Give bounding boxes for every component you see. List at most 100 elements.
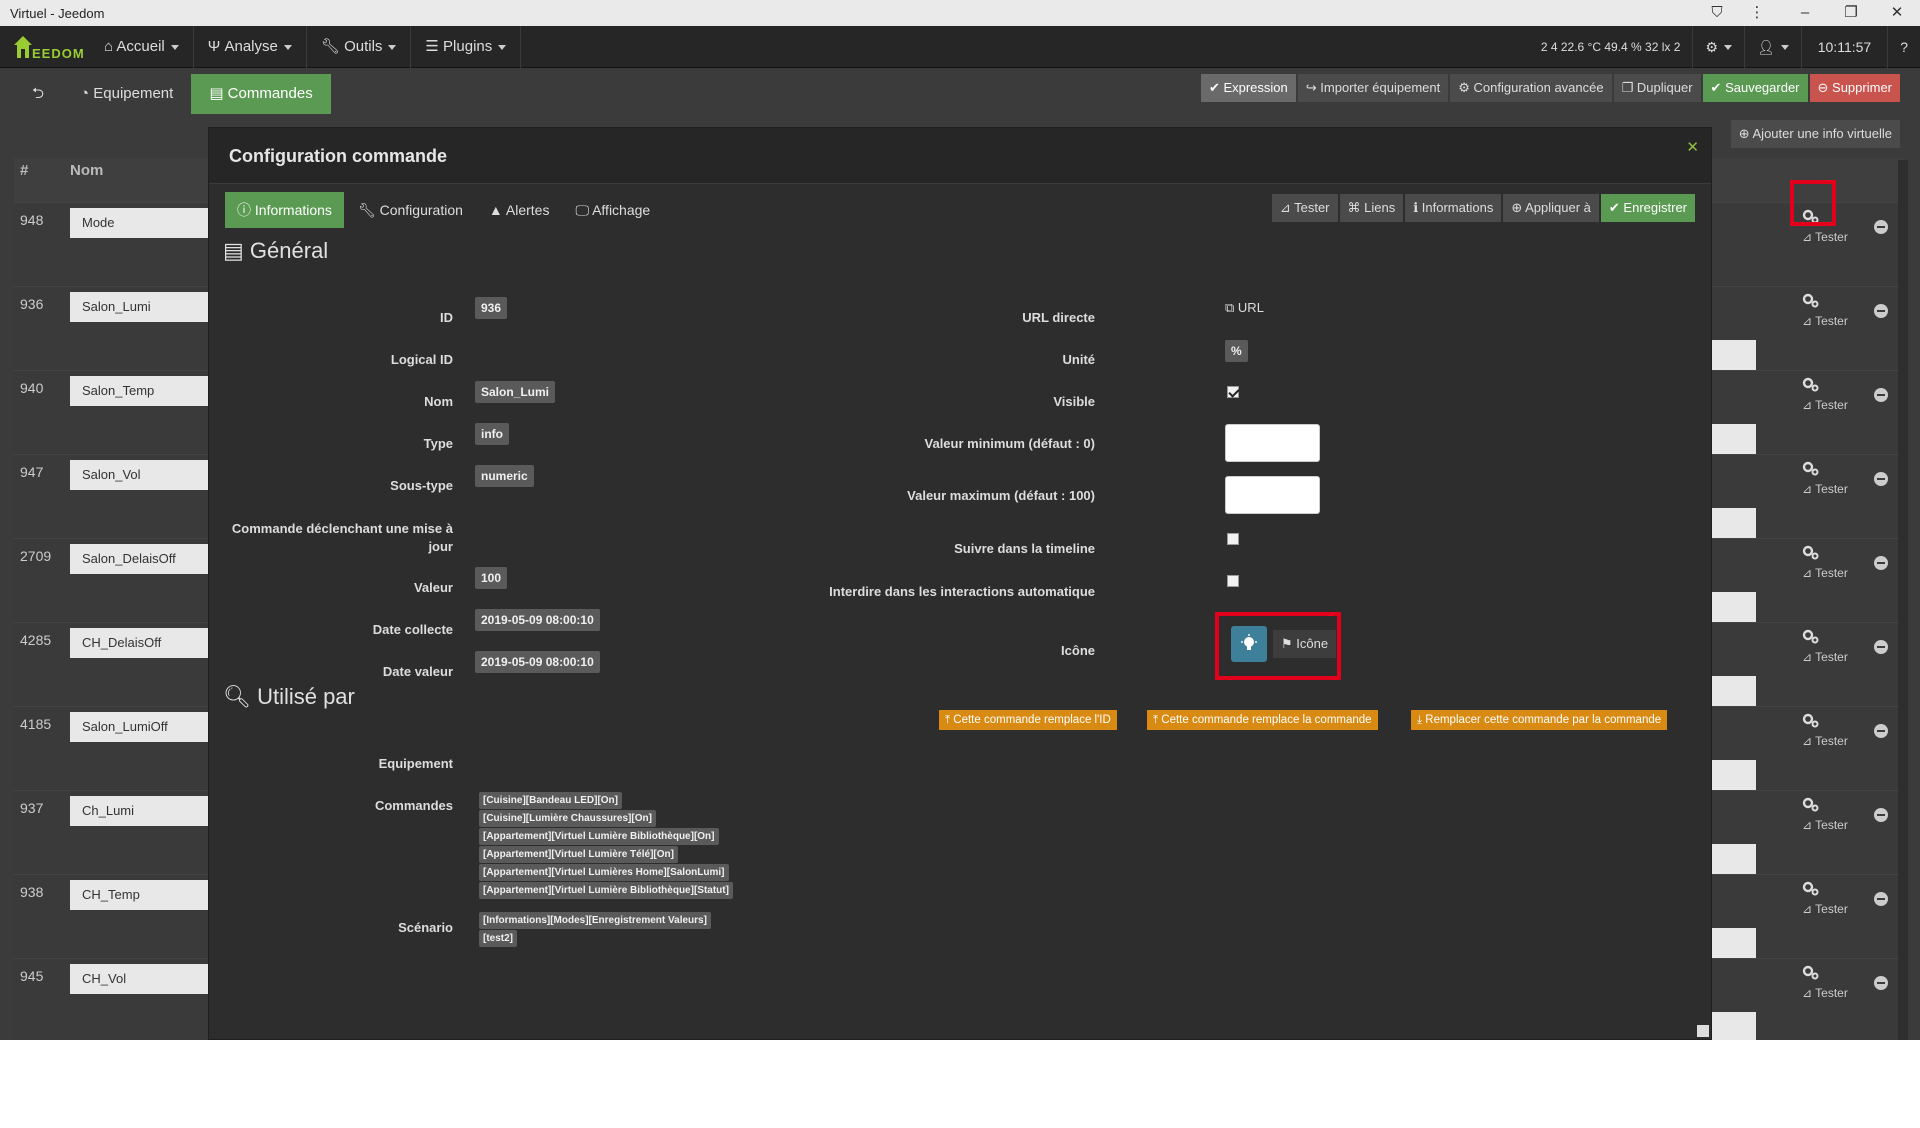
cogs-icon[interactable] [1800, 374, 1820, 394]
sensor-summary[interactable]: 2 4 22.6 °C 49.4 % 32 lx 2 [1529, 40, 1693, 54]
command-usage-link[interactable]: [Appartement][Virtuel Lumière Télé][On] [479, 846, 678, 863]
row-value-input[interactable] [1712, 508, 1756, 538]
page-scrollbar[interactable] [1898, 160, 1908, 1070]
row-value-input[interactable] [1712, 928, 1756, 958]
row-tester-button[interactable]: ⊿ Tester [1802, 314, 1848, 328]
row-value-input[interactable] [1712, 424, 1756, 454]
cogs-icon[interactable] [1800, 626, 1820, 646]
user-menu[interactable]: 👤︎ [1745, 39, 1801, 56]
cogs-icon[interactable] [1800, 878, 1820, 898]
row-value-input[interactable] [1712, 760, 1756, 790]
remove-row-icon[interactable] [1874, 892, 1888, 906]
row-value-input[interactable] [1712, 1012, 1756, 1042]
add-virtual-info-button[interactable]: ⊕ Ajouter une info virtuelle [1730, 120, 1900, 148]
max-value-input[interactable] [1225, 476, 1320, 514]
row-name-input[interactable]: Salon_LumiOff [70, 712, 210, 742]
cogs-icon[interactable] [1800, 290, 1820, 310]
row-name-input[interactable]: Salon_Vol [70, 460, 210, 490]
row-name-input[interactable]: Mode [70, 208, 210, 238]
row-tester-button[interactable]: ⊿ Tester [1802, 818, 1848, 832]
row-name-input[interactable]: Ch_Lumi [70, 796, 210, 826]
back-button[interactable]: ⮌ [14, 74, 62, 114]
replace-id-button[interactable]: ⤒ Cette commande remplace l'ID [939, 710, 1117, 730]
command-usage-link[interactable]: [Cuisine][Bandeau LED][On] [479, 792, 622, 809]
close-icon[interactable]: ✕ [1686, 138, 1699, 156]
row-name-input[interactable]: CH_Temp [70, 880, 210, 910]
scenario-usage-link[interactable]: [test2] [479, 930, 518, 947]
row-name-input[interactable]: Salon_Temp [70, 376, 210, 406]
row-tester-button[interactable]: ⊿ Tester [1802, 398, 1848, 412]
remove-row-icon[interactable] [1874, 976, 1888, 990]
tab-informations[interactable]: ⓘ Informations [225, 192, 344, 228]
row-tester-button[interactable]: ⊿ Tester [1802, 482, 1848, 496]
remove-row-icon[interactable] [1874, 472, 1888, 486]
menu-accueil[interactable]: ⌂ Accueil [90, 26, 194, 68]
row-value-input[interactable] [1712, 592, 1756, 622]
remove-row-icon[interactable] [1874, 724, 1888, 738]
tab-equipement[interactable]: ◔ Equipement [62, 74, 191, 114]
informations-button[interactable]: ℹ Informations [1405, 194, 1502, 222]
shield-icon[interactable]: ⛉ [1702, 2, 1732, 24]
settings-menu[interactable]: ⚙ [1693, 39, 1744, 56]
row-tester-button[interactable]: ⊿ Tester [1802, 986, 1848, 1000]
tab-configuration[interactable]: 🔧︎ Configuration [346, 192, 475, 228]
delete-button[interactable]: ⊖ Supprimer [1809, 74, 1900, 102]
import-equipment-button[interactable]: ↪ Importer équipement [1297, 74, 1449, 102]
row-name-input[interactable]: CH_Vol [70, 964, 210, 994]
restore-icon[interactable]: ❐ [1836, 2, 1866, 24]
close-window-icon[interactable]: ✕ [1882, 2, 1912, 24]
replace-by-command-button[interactable]: ⤓ Remplacer cette commande par la comman… [1411, 710, 1668, 730]
minimize-icon[interactable]: – [1790, 2, 1820, 24]
row-tester-button[interactable]: ⊿ Tester [1802, 650, 1848, 664]
command-usage-link[interactable]: [Appartement][Virtuel Lumière Bibliothèq… [479, 882, 733, 899]
more-menu-icon[interactable]: ⋮ [1742, 2, 1772, 24]
cogs-icon[interactable] [1800, 542, 1820, 562]
cogs-icon[interactable] [1800, 710, 1820, 730]
save-button[interactable]: ✔ Sauvegarder [1702, 74, 1808, 102]
remove-row-icon[interactable] [1874, 388, 1888, 402]
duplicate-button[interactable]: ❐ Dupliquer [1613, 74, 1701, 102]
timeline-checkbox[interactable] [1227, 533, 1239, 545]
cogs-icon[interactable] [1800, 794, 1820, 814]
tab-alertes[interactable]: ▲ Alertes [477, 192, 562, 228]
links-button[interactable]: ⌘ Liens [1339, 194, 1404, 222]
menu-analyse[interactable]: Ψ Analyse [194, 26, 307, 68]
tab-commandes[interactable]: ▤ Commandes [191, 74, 331, 114]
command-usage-link[interactable]: [Appartement][Virtuel Lumière Bibliothèq… [479, 828, 719, 845]
test-button[interactable]: ⊿ Tester [1271, 194, 1338, 222]
row-tester-button[interactable]: ⊿ Tester [1802, 734, 1848, 748]
row-tester-button[interactable]: ⊿ Tester [1802, 230, 1848, 244]
url-link[interactable]: ⧉ URL [1225, 300, 1264, 316]
row-name-input[interactable]: Salon_Lumi [70, 292, 210, 322]
remove-row-icon[interactable] [1874, 556, 1888, 570]
cogs-icon[interactable] [1800, 962, 1820, 982]
visible-checkbox[interactable] [1227, 386, 1239, 398]
resize-handle[interactable] [1697, 1025, 1709, 1037]
tab-affichage[interactable]: 🖵︎ Affichage [563, 192, 662, 228]
remove-row-icon[interactable] [1874, 304, 1888, 318]
jeedom-logo[interactable]: EEDOM [10, 32, 84, 62]
command-usage-link[interactable]: [Appartement][Virtuel Lumières Home][Sal… [479, 864, 729, 881]
replace-command-button[interactable]: ⤒ Cette commande remplace la commande [1147, 710, 1378, 730]
remove-row-icon[interactable] [1874, 640, 1888, 654]
min-value-input[interactable] [1225, 424, 1320, 462]
save-command-button[interactable]: ✔ Enregistrer [1600, 194, 1695, 222]
row-value-input[interactable] [1712, 340, 1756, 370]
row-tester-button[interactable]: ⊿ Tester [1802, 902, 1848, 916]
interact-checkbox[interactable] [1227, 575, 1239, 587]
scenario-usage-link[interactable]: [Informations][Modes][Enregistrement Val… [479, 912, 711, 929]
menu-plugins[interactable]: ☰ Plugins [411, 26, 522, 68]
row-name-input[interactable]: Salon_DelaisOff [70, 544, 210, 574]
row-value-input[interactable] [1712, 676, 1756, 706]
command-usage-link[interactable]: [Cuisine][Lumière Chaussures][On] [479, 810, 656, 827]
expression-button[interactable]: ✔ Expression [1200, 74, 1296, 102]
row-name-input[interactable]: CH_DelaisOff [70, 628, 210, 658]
help-icon[interactable]: ? [1888, 39, 1920, 55]
remove-row-icon[interactable] [1874, 220, 1888, 234]
remove-row-icon[interactable] [1874, 808, 1888, 822]
advanced-config-button[interactable]: ⚙ Configuration avancée [1450, 74, 1612, 102]
apply-to-button[interactable]: ⊕ Appliquer à [1503, 194, 1599, 222]
cogs-icon[interactable] [1800, 458, 1820, 478]
row-tester-button[interactable]: ⊿ Tester [1802, 566, 1848, 580]
row-value-input[interactable] [1712, 844, 1756, 874]
